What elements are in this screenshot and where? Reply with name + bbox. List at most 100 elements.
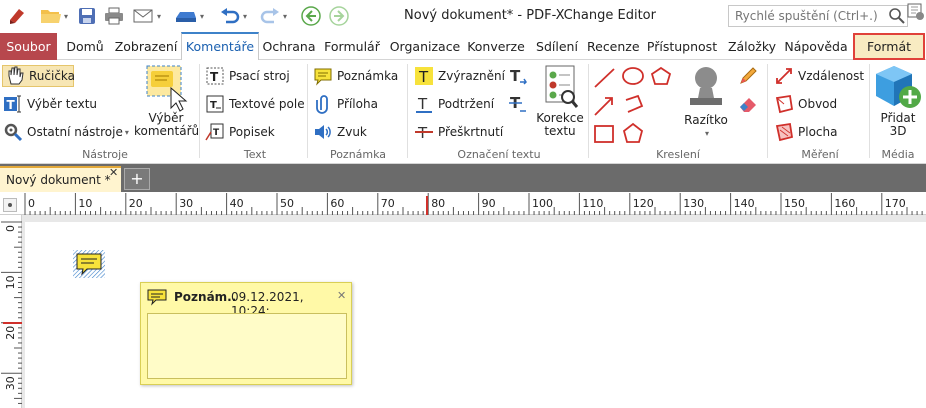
stamp-label: Razítko (684, 113, 728, 127)
polygon-tool[interactable] (650, 66, 672, 85)
group-label-media: Média (881, 148, 915, 161)
back-icon[interactable] (300, 5, 322, 27)
note-annotation-icon[interactable] (73, 250, 105, 278)
text-cursor-icon: T (3, 94, 23, 114)
ellipse-tool[interactable] (622, 67, 644, 85)
sound-button[interactable]: Zvuk (313, 121, 367, 143)
perimeter-button[interactable]: Obvod (774, 93, 837, 115)
redo-icon[interactable]: ▾ (254, 5, 292, 27)
polyline-tool[interactable] (625, 94, 644, 113)
group-label-measure: Měření (801, 148, 839, 161)
ruler-label: 110 (582, 197, 603, 210)
insert-text-button[interactable]: T (508, 93, 534, 115)
pentagon-tool[interactable] (622, 122, 644, 143)
stamp-icon (680, 64, 732, 114)
horizontal-ruler[interactable]: 0 10 20 30 40 50 60 70 80 90 100 110 120 130 140 150 160… (0, 192, 926, 215)
open-folder-icon[interactable]: ▾ (36, 5, 72, 27)
arrow-tool[interactable] (594, 97, 613, 116)
tab-format[interactable]: Formát (853, 33, 925, 60)
area-button[interactable]: Plocha (774, 121, 837, 143)
tab-view[interactable]: Zobrazení (113, 33, 179, 60)
strikeout-button[interactable]: T Přeškrtnutí (414, 121, 503, 143)
hand-tool-button[interactable]: Ručička (2, 65, 75, 87)
attachment-label: Příloha (337, 97, 378, 111)
tab-share[interactable]: Sdílení (531, 33, 583, 60)
group-label-markup: Označení textu (457, 148, 541, 161)
svg-text:T: T (213, 128, 220, 138)
ruler-label: 10 (4, 275, 17, 289)
quick-launch-search-icon[interactable] (888, 7, 906, 25)
distance-button[interactable]: Vzdálenost (774, 65, 864, 87)
tab-help[interactable]: Nápověda (783, 33, 849, 60)
highlight-button[interactable]: T Zvýraznění (414, 65, 505, 87)
callout-icon: T (205, 122, 225, 142)
tab-comments[interactable]: Komentáře (181, 32, 259, 61)
tab-home[interactable]: Domů (60, 33, 110, 60)
ruler-corner-button[interactable] (3, 198, 17, 212)
ruler-label: 0 (28, 197, 35, 210)
note-popup-textarea[interactable] (147, 313, 347, 379)
select-text-button[interactable]: T Výběr textu (3, 93, 97, 115)
speaker-icon (313, 122, 333, 142)
stamp-button[interactable]: Razítko ▾ (680, 64, 732, 140)
note-popup-icon (147, 289, 167, 306)
eraser-button[interactable] (738, 93, 764, 115)
underline-icon: T (414, 94, 434, 114)
ruler-label: 20 (129, 197, 143, 210)
line-tool[interactable] (594, 68, 615, 88)
eraser-icon (738, 94, 758, 114)
ruler-label: 10 (78, 197, 92, 210)
drawing-shapes (594, 66, 672, 143)
save-icon[interactable] (76, 5, 98, 27)
pencil-button[interactable] (738, 65, 764, 87)
ruler-label: 120 (633, 197, 654, 210)
tab-protect[interactable]: Ochrana (262, 33, 316, 60)
hand-icon (5, 66, 25, 86)
group-label-tools: Nástroje (82, 148, 128, 161)
print-icon[interactable] (102, 5, 126, 27)
forward-icon[interactable] (328, 5, 350, 27)
underline-button[interactable]: T Podtržení (414, 93, 494, 115)
quick-launch-input[interactable] (728, 5, 908, 27)
text-correction-label-2: textu (544, 124, 576, 138)
cube-icon (872, 64, 924, 112)
email-icon[interactable]: ▾ (128, 5, 166, 27)
select-comments-icon (134, 64, 198, 112)
undo-icon[interactable]: ▾ (214, 5, 252, 27)
ruler-label: 30 (179, 197, 193, 210)
tab-form[interactable]: Formulář (320, 33, 384, 60)
text-box-label: Textové pole (229, 97, 305, 111)
svg-text:T: T (7, 98, 16, 112)
group-label-note: Poznámka (329, 148, 387, 161)
scan-icon[interactable]: ▾ (170, 5, 208, 27)
tab-bookmarks[interactable]: Záložky (724, 33, 780, 60)
tab-accessibility[interactable]: Přístupnost (644, 33, 720, 60)
tab-file[interactable]: Soubor (0, 33, 57, 60)
ruler-label: 30 (4, 376, 17, 390)
app-menu-icon[interactable] (907, 3, 925, 21)
vertical-ruler[interactable]: 0 10 20 30 (0, 215, 22, 408)
replace-text-button[interactable]: T (508, 65, 534, 87)
document-tab-bar: Nový dokument * ✕ + (0, 164, 926, 192)
rectangle-tool[interactable] (594, 125, 614, 143)
strikeout-icon: T (414, 122, 434, 142)
add-3d-label-2: 3D (889, 124, 907, 138)
text-correction-button[interactable]: Korekce textu (534, 64, 586, 138)
typewriter-button[interactable]: T Psací stroj (205, 65, 290, 87)
callout-button[interactable]: T Popisek (205, 121, 275, 143)
other-tools-button[interactable]: Ostatní nástroje ▾ (3, 121, 129, 143)
close-popup-icon[interactable]: ✕ (337, 289, 346, 302)
tab-convert[interactable]: Konverze (466, 33, 526, 60)
add-3d-button[interactable]: Přidat 3D (872, 64, 924, 138)
tab-organize[interactable]: Organizace (389, 33, 461, 60)
attachment-button[interactable]: Příloha (313, 93, 378, 115)
app-logo-icon[interactable] (4, 5, 30, 27)
note-popup[interactable]: Poznám.. 09.12.2021, 10:24:.. ✕ (140, 282, 352, 385)
text-box-button[interactable]: T Textové pole (205, 93, 305, 115)
new-tab-button[interactable]: + (124, 168, 150, 190)
note-button[interactable]: Poznámka (313, 65, 398, 87)
document-tab[interactable]: Nový dokument * (0, 166, 121, 192)
close-tab-icon[interactable]: ✕ (109, 166, 118, 179)
select-comments-button[interactable]: Výběr komentářů (134, 64, 199, 138)
tab-review[interactable]: Recenze (587, 33, 640, 60)
